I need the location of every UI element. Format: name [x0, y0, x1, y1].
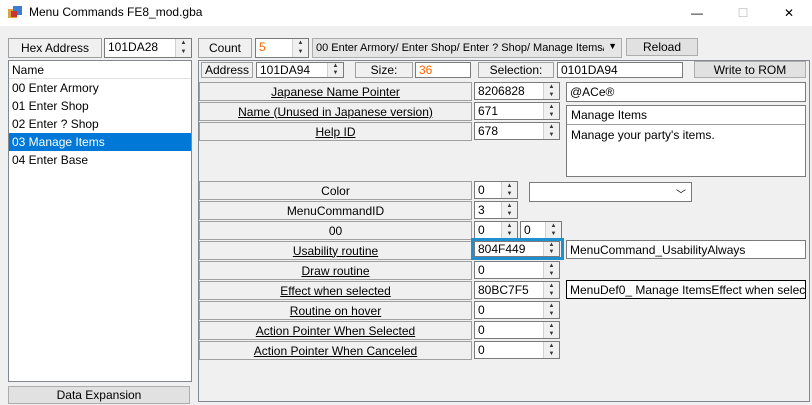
spinner-arrows[interactable]: ▲ ▼	[543, 103, 559, 119]
window-title: Menu Commands FE8_mod.gba	[29, 5, 203, 19]
write-to-rom-button[interactable]: Write to ROM	[694, 61, 806, 78]
usability-routine-label[interactable]: Usability routine	[199, 241, 472, 260]
chevron-down-icon: ▼	[608, 41, 617, 51]
size-label: Size:	[355, 62, 413, 78]
spinner-arrows[interactable]: ▲ ▼	[543, 322, 559, 338]
zero-zero-input-2[interactable]: 0 ▲ ▼	[520, 221, 562, 239]
command-list[interactable]: Name 00 Enter Armory 01 Enter Shop 02 En…	[8, 60, 192, 382]
app-icon	[8, 6, 22, 20]
reload-button[interactable]: Reload	[626, 38, 698, 56]
spinner-arrows[interactable]: ▲ ▼	[543, 282, 559, 298]
address-input[interactable]: 101DA94 ▲ ▼	[256, 62, 344, 78]
list-header: Name	[9, 61, 191, 79]
spinner-arrows[interactable]: ▲ ▼	[545, 222, 561, 238]
spinner-arrows[interactable]: ▲ ▼	[292, 39, 308, 57]
spinner-arrows[interactable]: ▲ ▼	[501, 182, 517, 198]
spinner-arrows[interactable]: ▲ ▼	[175, 39, 191, 57]
help-text-box[interactable]: Manage Items Manage your party's items.	[566, 105, 806, 177]
list-item[interactable]: 04 Enter Base	[9, 151, 191, 169]
spinner-arrows[interactable]: ▲ ▼	[543, 123, 559, 139]
effect-routine-name[interactable]: MenuDef0_ Manage ItemsEffect when select…	[566, 280, 806, 299]
maximize-button[interactable]: ☐	[720, 0, 766, 26]
zero-zero-input-1[interactable]: 0 ▲ ▼	[474, 221, 518, 239]
routine-on-hover-label[interactable]: Routine on hover	[199, 301, 472, 320]
hex-address-label: Hex Address	[8, 38, 102, 58]
spinner-arrows[interactable]: ▲ ▼	[327, 63, 343, 77]
close-icon: ✕	[783, 6, 795, 20]
spinner-arrows[interactable]: ▲ ▼	[501, 202, 517, 218]
color-input[interactable]: 0 ▲ ▼	[474, 181, 518, 199]
effect-when-selected-input[interactable]: 80BC7F5 ▲ ▼	[474, 281, 560, 299]
draw-routine-input[interactable]: 0 ▲ ▼	[474, 261, 560, 279]
list-item[interactable]: 00 Enter Armory	[9, 79, 191, 97]
usability-routine-name[interactable]: MenuCommand_UsabilityAlways	[566, 240, 806, 259]
count-label: Count	[198, 38, 252, 58]
routine-on-hover-input[interactable]: 0 ▲ ▼	[474, 301, 560, 319]
menu-command-id-label: MenuCommandID	[199, 201, 472, 220]
selection-value: 0101DA94	[557, 62, 683, 78]
spinner-arrows[interactable]: ▲ ▼	[543, 83, 559, 99]
action-pointer-selected-label[interactable]: Action Pointer When Selected	[199, 321, 472, 340]
list-item[interactable]: 02 Enter ? Shop	[9, 115, 191, 133]
action-pointer-canceled-label[interactable]: Action Pointer When Canceled	[199, 341, 472, 360]
action-pointer-selected-input[interactable]: 0 ▲ ▼	[474, 321, 560, 339]
count-input[interactable]: 5 ▲ ▼	[255, 38, 309, 58]
data-expansion-button[interactable]: Data Expansion	[8, 386, 190, 404]
usability-routine-input[interactable]: 804F449 ▲ ▼	[474, 241, 560, 257]
effect-when-selected-label[interactable]: Effect when selected	[199, 281, 472, 300]
spinner-arrows[interactable]: ▲ ▼	[543, 302, 559, 318]
help-id-label[interactable]: Help ID	[199, 122, 472, 141]
minimize-button[interactable]: —	[674, 0, 720, 26]
name-label[interactable]: Name (Unused in Japanese version)	[199, 102, 472, 121]
list-item[interactable]: 01 Enter Shop	[9, 97, 191, 115]
list-item-selected[interactable]: 03 Manage Items	[9, 133, 191, 151]
spinner-arrows[interactable]: ▲ ▼	[501, 222, 517, 238]
close-button[interactable]: ✕	[766, 0, 812, 26]
help-text[interactable]: Manage your party's items.	[567, 125, 805, 145]
spinner-arrows[interactable]: ▲ ▼	[543, 242, 559, 256]
japanese-name-pointer-input[interactable]: 8206828 ▲ ▼	[474, 82, 560, 100]
size-value: 36	[415, 62, 471, 78]
spinner-arrows[interactable]: ▲ ▼	[543, 262, 559, 278]
draw-routine-label[interactable]: Draw routine	[199, 261, 472, 280]
japanese-name-text[interactable]: @ACe®	[566, 82, 806, 102]
menu-command-id-input[interactable]: 3 ▲ ▼	[474, 201, 518, 219]
japanese-name-pointer-label[interactable]: Japanese Name Pointer	[199, 82, 472, 101]
address-label: Address	[201, 62, 253, 78]
spinner-arrows[interactable]: ▲ ▼	[543, 342, 559, 358]
minimize-icon: —	[691, 6, 703, 20]
name-input[interactable]: 671 ▲ ▼	[474, 102, 560, 120]
name-text[interactable]: Manage Items	[567, 106, 805, 125]
color-label: Color	[199, 181, 472, 200]
maximize-icon: ☐	[737, 6, 749, 20]
chevron-down-icon: ﹀	[676, 190, 686, 201]
color-dropdown[interactable]: ﹀	[529, 182, 692, 202]
action-pointer-canceled-input[interactable]: 0 ▲ ▼	[474, 341, 560, 359]
selection-label: Selection:	[478, 62, 554, 78]
help-id-input[interactable]: 678 ▲ ▼	[474, 122, 560, 140]
count-combo[interactable]: 00 Enter Armory/ Enter Shop/ Enter ? Sho…	[312, 38, 622, 58]
hex-address-input[interactable]: 101DA28 ▲ ▼	[104, 38, 192, 58]
zero-zero-label: 00	[199, 221, 472, 240]
